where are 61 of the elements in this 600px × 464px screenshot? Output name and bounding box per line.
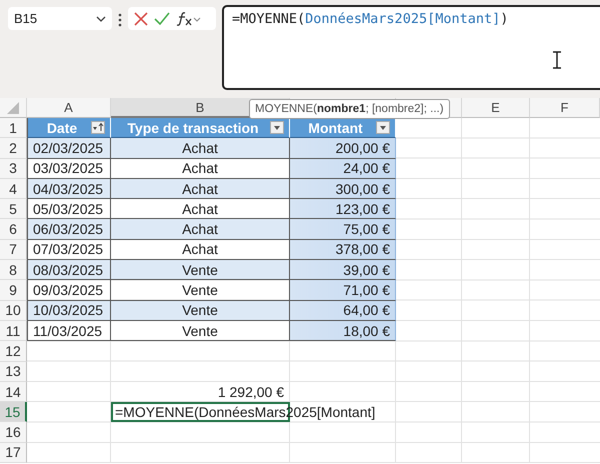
row-header[interactable]: 7 [0,240,27,260]
function-tooltip: MOYENNE(nombre1; [nombre2]; ...) [249,99,450,119]
row-header[interactable]: 15 [0,402,27,422]
column-header[interactable]: A [27,98,111,118]
column-header[interactable]: F [530,98,600,118]
table-header-cell: Montant [290,118,396,138]
table-cell: 64,00 € [290,300,396,321]
filter-button[interactable] [270,121,284,134]
cancel-icon[interactable] [134,12,148,26]
function-icon[interactable] [176,10,202,26]
row-header[interactable]: 11 [0,320,27,342]
row-header[interactable]: 9 [0,280,27,301]
more-icon[interactable] [118,13,122,27]
triangle-icon [7,102,19,114]
row-header[interactable]: 10 [0,300,27,321]
row-header[interactable]: 1 [0,118,27,138]
row-header[interactable]: 2 [0,138,27,159]
table-cell: 75,00 € [290,219,396,240]
table-cell: Vente [111,260,290,280]
table-cell: 300,00 € [290,178,396,200]
table-cell: Achat [111,178,290,200]
row-header[interactable]: 13 [0,362,27,382]
name-box[interactable]: B15 [8,7,112,30]
table-cell: Achat [111,219,290,240]
row-header[interactable]: 4 [0,178,27,200]
table-cell: 39,00 € [290,260,396,280]
table-cell: 11/03/2025 [27,320,111,342]
table-cell: Achat [111,138,290,159]
table-cell: 18,00 € [290,320,396,342]
row-header[interactable]: 8 [0,260,27,280]
table-cell: 71,00 € [290,280,396,301]
formula-text: =MOYENNE(DonnéesMars2025[Montant]) [232,11,508,27]
formula-bar[interactable]: =MOYENNE(DonnéesMars2025[Montant]) [222,5,600,90]
row-header[interactable]: 17 [0,442,27,464]
total-cell: 1 292,00 € [111,382,290,402]
table-cell: 24,00 € [290,158,396,179]
table-header-cell: Type de transaction [111,118,290,138]
table-cell: 123,00 € [290,199,396,220]
sort-icon [92,122,104,134]
table-cell: 08/03/2025 [27,260,111,280]
filter-button[interactable] [376,121,390,134]
row-header[interactable]: 5 [0,199,27,220]
table-cell: 378,00 € [290,240,396,260]
table-cell: 200,00 € [290,138,396,159]
check-icon[interactable] [154,12,170,25]
row-header[interactable]: 3 [0,158,27,179]
filter-button[interactable] [91,121,105,134]
text-cursor-icon [552,51,562,69]
row-header[interactable]: 12 [0,341,27,362]
chevron-icon [96,16,106,22]
table-cell: 02/03/2025 [27,138,111,159]
table-cell: Vente [111,300,290,321]
table-cell: Vente [111,320,290,342]
table-cell: 06/03/2025 [27,219,111,240]
column-header[interactable]: E [462,98,530,118]
table-cell: 04/03/2025 [27,178,111,200]
row-header[interactable]: 14 [0,382,27,402]
row-header[interactable]: 6 [0,219,27,240]
row-header[interactable]: 16 [0,422,27,443]
table-header-cell: Date [27,118,111,138]
table-cell: 10/03/2025 [27,300,111,321]
